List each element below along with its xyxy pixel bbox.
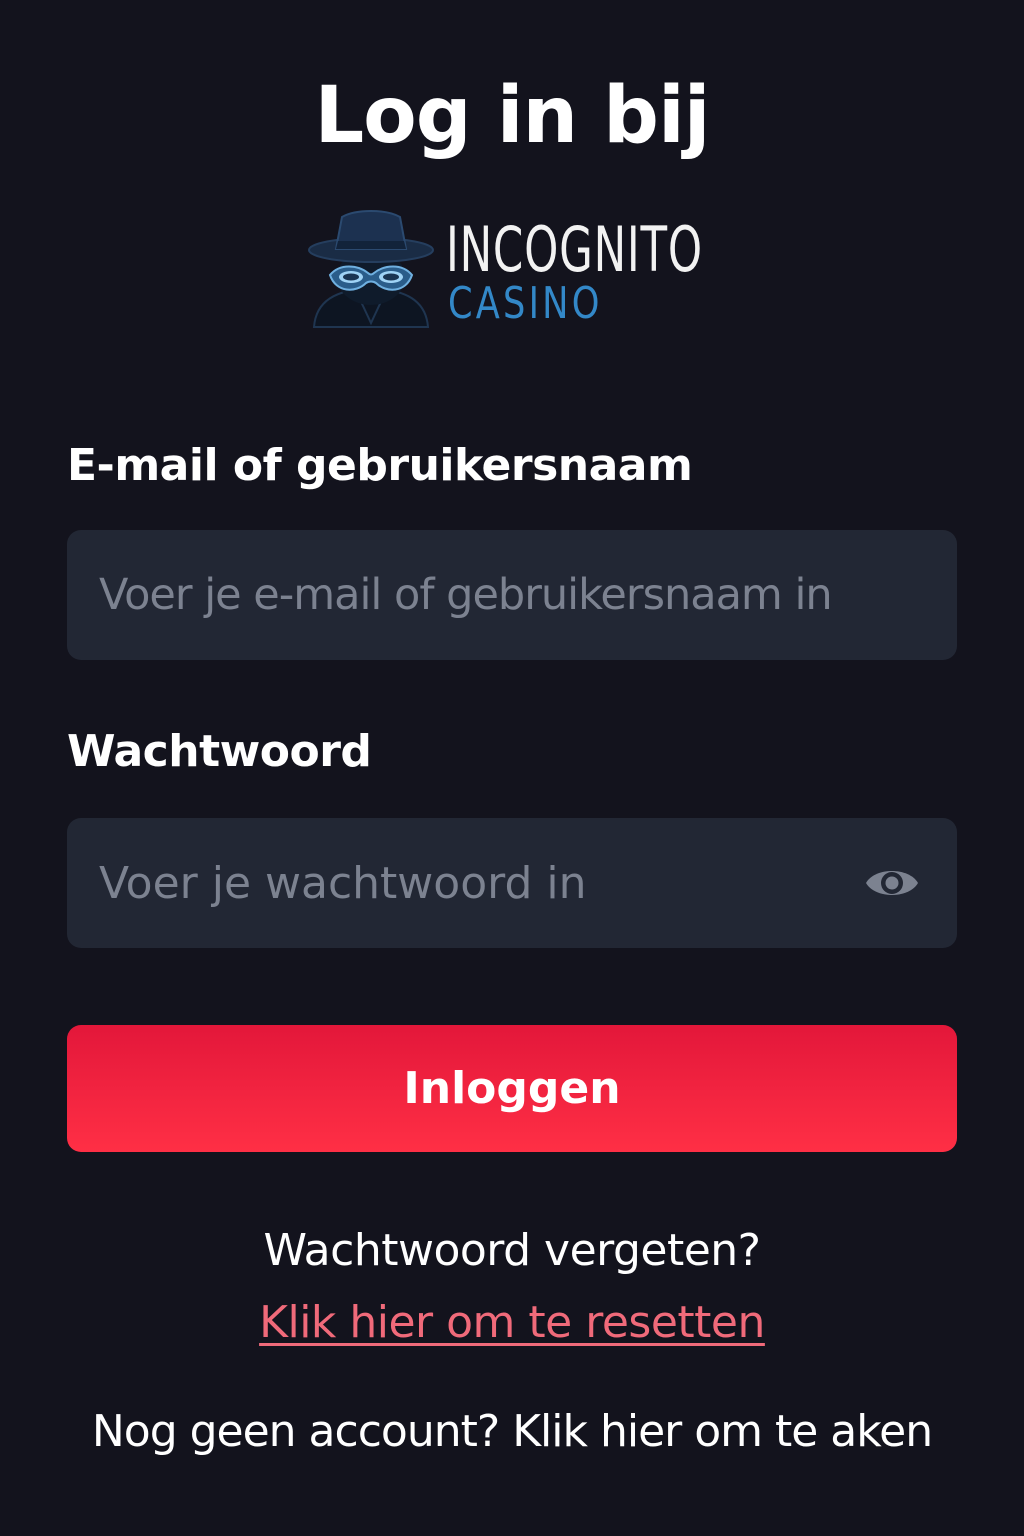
reset-password-link[interactable]: Klik hier om te resetten (259, 1297, 765, 1348)
signup-link[interactable]: Klik hier om te aken (512, 1406, 933, 1457)
password-field[interactable] (67, 818, 957, 948)
email-label: E-mail of gebruikersnaam (67, 440, 693, 491)
spy-hat-mask-icon (308, 210, 434, 328)
eye-icon[interactable] (863, 859, 921, 907)
password-label: Wachtwoord (67, 726, 372, 777)
signup-prompt: Nog geen account? (91, 1406, 500, 1457)
casino-logo: INCOGNITO CASINO (306, 205, 726, 335)
page-title: Log in bij (314, 71, 710, 161)
reset-password-row: Klik hier om te resetten (0, 1294, 1024, 1352)
login-button[interactable]: Inloggen (67, 1025, 957, 1152)
logo-subtitle: CASINO (448, 278, 603, 329)
logo-name: INCOGNITO (446, 213, 703, 286)
password-input[interactable] (99, 818, 859, 948)
email-field[interactable] (67, 530, 957, 660)
login-page: Log in bij INCOGNITO CASINO E-mail of ge… (0, 0, 1024, 1536)
forgot-password-text: Wachtwoord vergeten? (263, 1225, 761, 1276)
signup-row: Nog geen account? Klik hier om te aken (0, 1403, 1024, 1461)
email-input[interactable] (99, 530, 929, 660)
